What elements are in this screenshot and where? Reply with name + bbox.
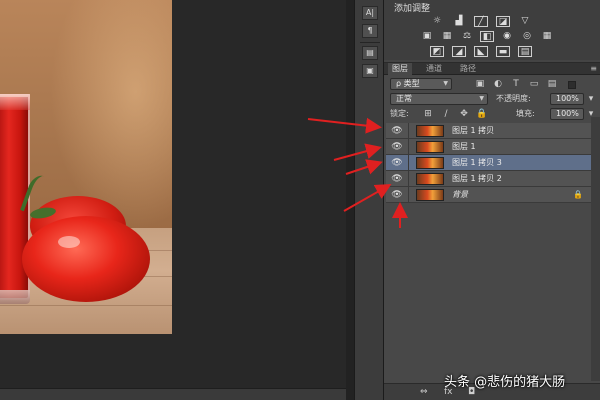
history-panel-button[interactable]: ▤ — [362, 46, 378, 60]
document-image-tomato-juice[interactable] — [0, 0, 172, 334]
eye-visibility-icon[interactable]: 👁 — [390, 125, 404, 137]
layer-row-1-copy-2[interactable]: 👁 图层 1 拷贝 2 — [386, 171, 591, 187]
character-panel-button[interactable]: A| — [362, 6, 378, 20]
gradient-map-icon[interactable]: ▬ — [496, 46, 510, 57]
layer-name[interactable]: 图层 1 拷贝 — [452, 123, 494, 139]
photo-filter-icon[interactable]: ◉ — [500, 31, 514, 42]
exposure-icon[interactable]: ◪ — [496, 16, 510, 27]
panel-gap — [346, 0, 354, 400]
layer-list: 👁 图层 1 拷贝 👁 图层 1 👁 图层 1 拷贝 3 👁 图层 1 拷贝 2… — [386, 117, 591, 267]
black-white-icon[interactable]: ◧ — [480, 31, 494, 42]
threshold-icon[interactable]: ◣ — [474, 46, 488, 57]
smart-object-filter-icon[interactable]: ▤ — [546, 78, 558, 90]
layer-name[interactable]: 图层 1 — [452, 139, 476, 155]
tomato-highlight — [58, 236, 80, 248]
layer-row-background[interactable]: 👁 背景 🔒 — [386, 187, 591, 203]
horizontal-scrollbar[interactable] — [0, 388, 346, 400]
layer-name[interactable]: 图层 1 拷贝 3 — [452, 155, 502, 171]
panel-menu-icon[interactable]: ≡ — [590, 63, 597, 75]
filter-toggle[interactable] — [568, 81, 576, 89]
layer-filter-dropdown[interactable]: ρ 类型 ▼ — [390, 78, 452, 90]
layer-row-1-copy-3[interactable]: 👁 图层 1 拷贝 3 — [386, 155, 591, 171]
paragraph-panel-button[interactable]: ¶ — [362, 24, 378, 38]
collapsed-panel-dock: A| ¶ ▤ ▣ — [354, 0, 384, 400]
juice-glass-base — [0, 290, 30, 304]
right-panels: 添加调整 ☼ ▟ ╱ ◪ ▽ ▣ ▦ ⚖ ◧ ◉ ◎ ▦ ◩ ◢ ◣ ▬ ▤ 图… — [384, 0, 600, 400]
opacity-value: 100% — [556, 94, 579, 103]
gradient-triangle-icon[interactable]: ▽ — [518, 16, 532, 27]
layers-vertical-scrollbar[interactable] — [591, 117, 600, 381]
chevron-down-icon: ▼ — [479, 95, 484, 102]
posterize-icon[interactable]: ◢ — [452, 46, 466, 57]
blend-mode-dropdown[interactable]: 正常 ▼ — [390, 93, 488, 105]
layer-name[interactable]: 图层 1 拷贝 2 — [452, 171, 502, 187]
opacity-label: 不透明度: — [496, 94, 531, 103]
table-grain — [0, 305, 172, 306]
visibility-separator — [408, 139, 409, 155]
tab-paths[interactable]: 路径 — [456, 63, 480, 75]
eye-visibility-icon[interactable]: 👁 — [390, 157, 404, 169]
opacity-field[interactable]: 100% — [550, 93, 584, 105]
juice-glass-rim — [0, 94, 30, 110]
visibility-separator — [408, 123, 409, 139]
color-lookup-icon[interactable]: ▦ — [540, 31, 554, 42]
tab-channels[interactable]: 通道 — [422, 63, 446, 75]
properties-panel-button[interactable]: ▣ — [362, 64, 378, 78]
layer-filter-label: ρ 类型 — [396, 79, 420, 88]
canvas-area[interactable] — [0, 0, 346, 400]
levels-icon[interactable]: ▟ — [452, 16, 466, 27]
eye-visibility-icon[interactable]: 👁 — [390, 189, 404, 201]
layer-row-1-copy[interactable]: 👁 图层 1 拷贝 — [386, 123, 591, 139]
layer-thumbnail[interactable] — [416, 189, 444, 201]
eye-visibility-icon[interactable]: 👁 — [390, 141, 404, 153]
invert-icon[interactable]: ◩ — [430, 46, 444, 57]
adjustment-filter-icon[interactable]: ◐ — [492, 78, 504, 90]
layer-thumbnail[interactable] — [416, 157, 444, 169]
layer-filter-row: ρ 类型 ▼ ▣ ◐ T ▭ ▤ — [384, 77, 600, 91]
watermark-text: 头条 @悲伤的猪大肠 — [444, 375, 566, 390]
layer-name[interactable]: 背景 — [452, 187, 468, 203]
link-layers-icon[interactable]: ⇔ — [420, 387, 428, 397]
layer-thumbnail[interactable] — [416, 141, 444, 153]
layer-row-1[interactable]: 👁 图层 1 — [386, 139, 591, 155]
layers-panel-tabs: 图层 通道 路径 ≡ — [384, 63, 600, 75]
channel-mixer-icon[interactable]: ◎ — [520, 31, 534, 42]
blend-mode-label: 正常 — [396, 94, 412, 103]
lock-icon: 🔒 — [573, 190, 583, 199]
visibility-separator — [408, 155, 409, 171]
tab-layers[interactable]: 图层 — [388, 63, 412, 75]
visibility-separator — [408, 187, 409, 203]
dock-separator — [360, 42, 380, 43]
visibility-separator — [408, 171, 409, 187]
eye-visibility-icon[interactable]: 👁 — [390, 173, 404, 185]
chevron-down-icon[interactable]: ▾ — [585, 93, 597, 105]
layer-thumbnail[interactable] — [416, 125, 444, 137]
brightness-icon[interactable]: ☼ — [430, 16, 444, 27]
blend-row: 正常 ▼ 不透明度: 100% ▾ — [384, 92, 600, 106]
tomato-front — [22, 216, 150, 302]
adjustments-title: 添加调整 — [394, 4, 431, 14]
shape-filter-icon[interactable]: ▭ — [528, 78, 540, 90]
curves-icon[interactable]: ╱ — [474, 16, 488, 27]
color-balance-icon[interactable]: ⚖ — [460, 31, 474, 42]
vibrance-icon[interactable]: ▣ — [420, 31, 434, 42]
adjustments-panel: 添加调整 ☼ ▟ ╱ ◪ ▽ ▣ ▦ ⚖ ◧ ◉ ◎ ▦ ◩ ◢ ◣ ▬ ▤ — [384, 0, 600, 60]
pixel-filter-icon[interactable]: ▣ — [474, 78, 486, 90]
chevron-down-icon: ▼ — [443, 80, 448, 87]
layer-thumbnail[interactable] — [416, 173, 444, 185]
selective-color-icon[interactable]: ▤ — [518, 46, 532, 57]
layers-panel: 图层 通道 路径 ≡ ρ 类型 ▼ ▣ ◐ T ▭ ▤ 正常 ▼ 不透明度: 1… — [384, 62, 600, 400]
hue-saturation-icon[interactable]: ▦ — [440, 31, 454, 42]
type-filter-icon[interactable]: T — [510, 78, 522, 90]
